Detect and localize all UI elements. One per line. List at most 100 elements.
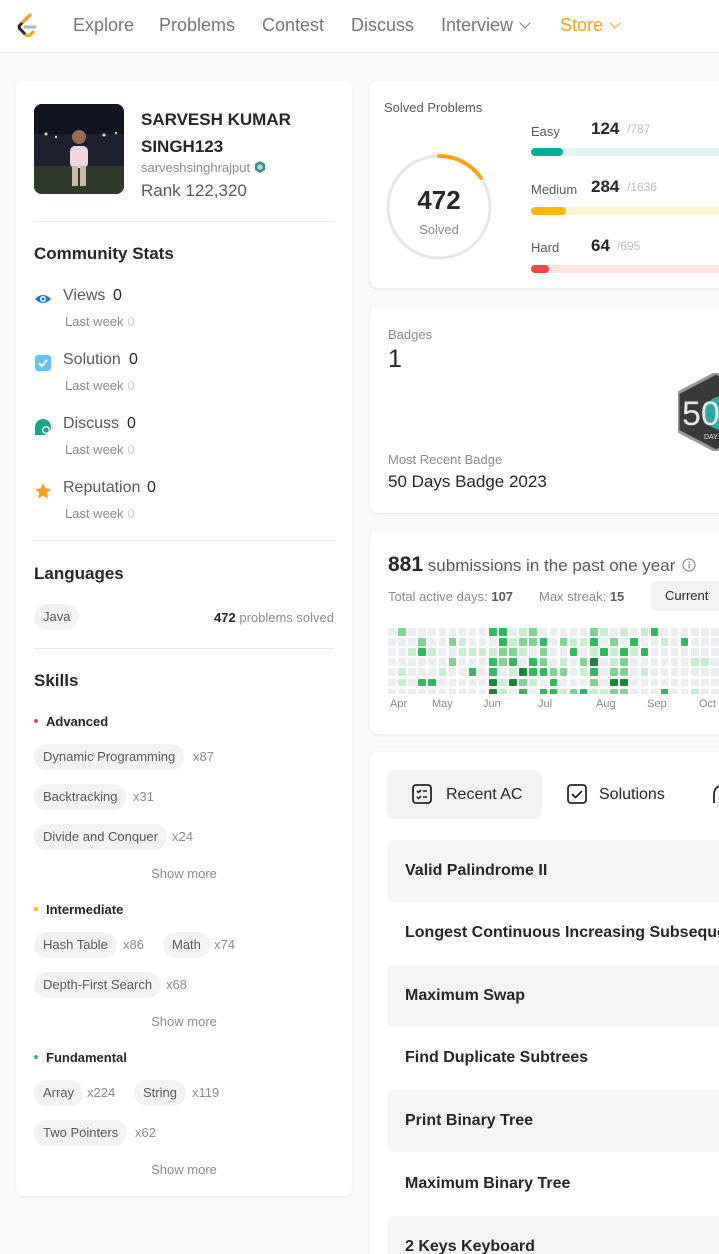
- heatmap-cell: [650, 688, 659, 694]
- nav-contest[interactable]: Contest: [262, 15, 324, 36]
- last-week-value: 0: [127, 378, 135, 393]
- heatmap-cell: [711, 658, 719, 666]
- verified-badge-icon: [255, 161, 266, 173]
- heatmap-cell: [569, 638, 578, 646]
- skill-chip[interactable]: Math: [163, 932, 210, 958]
- skill-chip[interactable]: Dynamic Programming: [34, 744, 185, 770]
- max-streak-value: 15: [609, 589, 625, 604]
- heatmap-cell: [438, 628, 446, 636]
- skill-chip[interactable]: Depth-First Search: [34, 972, 162, 998]
- last-week-label: Last week: [65, 378, 124, 393]
- tab-discuss-icon[interactable]: [712, 783, 719, 805]
- heatmap-cell: [468, 628, 477, 636]
- skill-chip[interactable]: Two Pointers: [34, 1120, 128, 1146]
- recent-ac-item[interactable]: Print Binary Tree: [387, 1090, 719, 1152]
- heatmap-cell: [640, 638, 648, 646]
- heatmap-cell: [610, 658, 618, 666]
- heatmap-cell: [438, 638, 446, 646]
- heatmap-cell: [489, 668, 497, 676]
- nav-discuss[interactable]: Discuss: [351, 15, 414, 36]
- skill-chip[interactable]: Array: [34, 1080, 84, 1106]
- stat-reputation: Reputation 0 Last week 0: [34, 479, 334, 529]
- heatmap-cell: [610, 638, 618, 646]
- badges-card: Badges 1 50 DAY Most Recent Badge 50 Day…: [370, 307, 719, 513]
- heatmap-cell: [630, 678, 638, 686]
- heatmap-cell: [569, 648, 578, 656]
- submissions-label: submissions in the past one year: [427, 556, 676, 575]
- tab-recent-ac[interactable]: Recent AC: [387, 770, 542, 819]
- heatmap-cell: [640, 628, 648, 636]
- nav-interview[interactable]: Interview: [441, 15, 531, 36]
- easy-label: Easy: [531, 124, 560, 139]
- heatmap-cell: [711, 678, 719, 686]
- heatmap-cell: [590, 678, 598, 686]
- month-label: May: [432, 698, 453, 710]
- recent-ac-item[interactable]: Maximum Swap: [387, 965, 719, 1027]
- heatmap-cell: [499, 688, 507, 694]
- heatmap-cell: [660, 638, 669, 646]
- nav-interview-label: Interview: [441, 15, 514, 35]
- nav-explore[interactable]: Explore: [73, 15, 134, 36]
- heatmap-cell: [600, 658, 608, 666]
- skill-chip[interactable]: Divide and Conquer: [34, 824, 167, 850]
- user-rank: Rank 122,320: [141, 181, 247, 201]
- heatmap-cell: [448, 648, 457, 656]
- heatmap-cell: [680, 658, 689, 666]
- heatmap-cell: [670, 638, 679, 646]
- info-icon[interactable]: [682, 558, 696, 572]
- community-stats-title: Community Stats: [34, 244, 174, 263]
- recent-ac-item[interactable]: Longest Continuous Increasing Subsequenc…: [387, 902, 719, 964]
- recent-ac-item[interactable]: Maximum Binary Tree: [387, 1153, 719, 1215]
- avatar[interactable]: [34, 104, 124, 194]
- heatmap-cell: [519, 668, 527, 676]
- heatmap-cell: [701, 648, 709, 656]
- nav-store[interactable]: Store: [560, 15, 621, 36]
- show-more-advanced[interactable]: Show more: [34, 866, 334, 881]
- show-more-fundamental[interactable]: Show more: [34, 1162, 334, 1177]
- heatmap-cell: [499, 678, 507, 686]
- heatmap-cell: [610, 668, 618, 676]
- skill-chip[interactable]: Backtracking: [34, 784, 127, 810]
- heatmap-cell: [478, 668, 487, 676]
- heatmap-cell: [509, 658, 517, 666]
- check-box-icon: [567, 784, 587, 804]
- heatmap-cell: [701, 678, 709, 686]
- heatmap-cell: [691, 638, 699, 646]
- leetcode-logo-icon[interactable]: [14, 12, 40, 40]
- tab-solutions-label: Solutions: [599, 786, 665, 803]
- skill-chip[interactable]: String: [134, 1080, 186, 1106]
- chat-bubble-icon: [35, 419, 51, 435]
- medium-total: /1636: [627, 180, 658, 194]
- heatmap-cell: [509, 668, 517, 676]
- show-more-intermediate[interactable]: Show more: [34, 1014, 334, 1029]
- badge-number: 50: [682, 395, 719, 433]
- heatmap-cell: [701, 658, 709, 666]
- heatmap-cell: [468, 638, 477, 646]
- heatmap-cell: [509, 688, 517, 694]
- green-dot-icon: [34, 1055, 38, 1059]
- username-text: sarveshsinghrajput: [141, 160, 251, 175]
- year-select-dropdown[interactable]: Current: [651, 581, 719, 611]
- skill-chip[interactable]: Hash Table: [34, 932, 117, 958]
- heatmap-cell: [660, 688, 669, 694]
- heatmap-cell: [499, 668, 507, 676]
- last-week-label: Last week: [65, 314, 124, 329]
- heatmap-cell: [509, 638, 517, 646]
- fifty-days-badge-icon[interactable]: 50 DAY: [678, 373, 719, 451]
- recent-ac-item[interactable]: Find Duplicate Subtrees: [387, 1027, 719, 1089]
- heatmap-cell: [670, 658, 679, 666]
- heatmap-cell: [680, 688, 689, 694]
- recent-ac-item[interactable]: Valid Palindrome II: [387, 840, 719, 902]
- heatmap-cell: [418, 678, 426, 686]
- heatmap-cell: [428, 628, 436, 636]
- recent-ac-item[interactable]: 2 Keys Keyboard: [387, 1216, 719, 1254]
- tab-solutions[interactable]: Solutions: [542, 770, 682, 819]
- heatmap-cell: [579, 658, 588, 666]
- rank-value: 122,320: [185, 181, 247, 200]
- language-chip-java[interactable]: Java: [34, 604, 80, 630]
- solved-problems-card: Solved Problems 472 Solved Easy 124 /787…: [370, 81, 719, 288]
- heatmap-cell: [489, 638, 497, 646]
- hard-solved: 64: [591, 236, 610, 255]
- heatmap-cell: [418, 668, 426, 676]
- nav-problems[interactable]: Problems: [159, 15, 235, 36]
